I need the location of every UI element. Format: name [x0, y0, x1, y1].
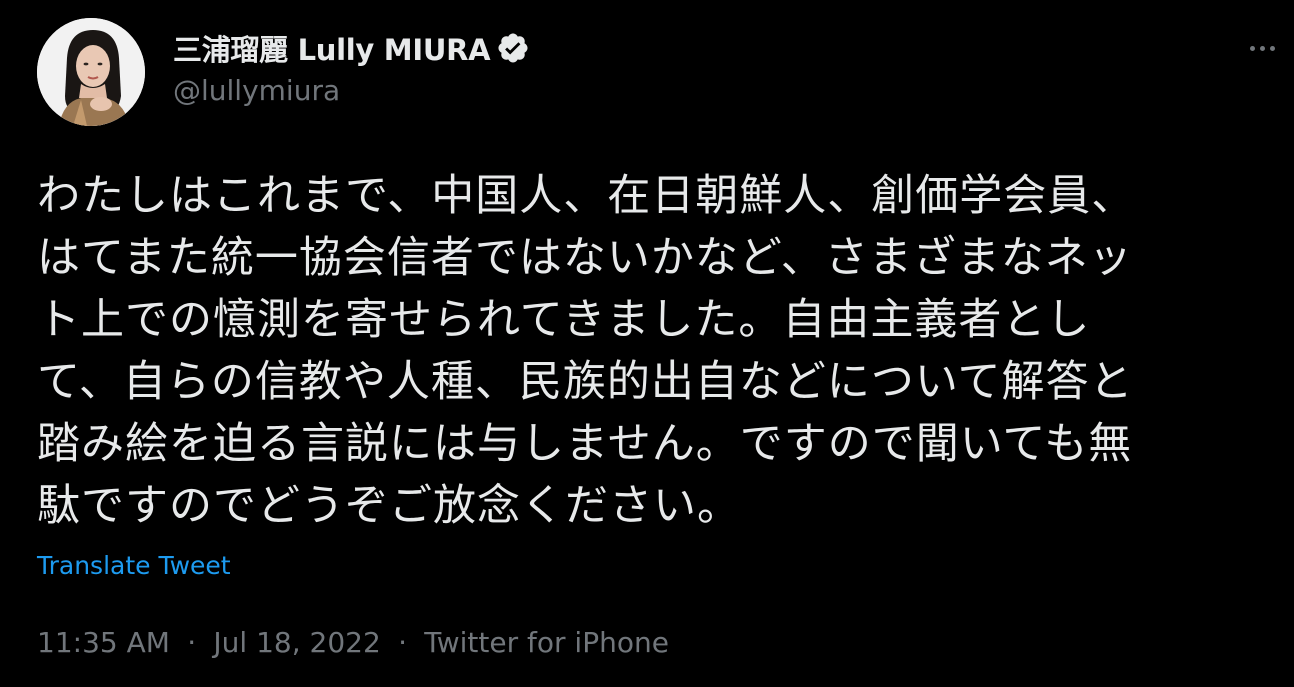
more-dot	[1269, 45, 1275, 51]
tweet-text-line: はてまた統一協会信者ではないかなど、さまざまなネッ	[37, 233, 1133, 283]
more-options-icon[interactable]	[1240, 30, 1284, 66]
tweet-card: 三浦瑠麗 Lully MIURA @lullymiura わたしはこれまで、中国…	[0, 0, 1294, 687]
meta-separator: ·	[398, 626, 407, 659]
author-handle[interactable]: @lullymiura	[173, 74, 340, 107]
avatar[interactable]	[37, 18, 145, 126]
tweet-metadata: 11:35 AM · Jul 18, 2022 · Twitter for iP…	[37, 626, 669, 659]
tweet-time[interactable]: 11:35 AM	[37, 626, 170, 659]
more-dot	[1259, 45, 1265, 51]
translate-tweet-link[interactable]: Translate Tweet	[37, 551, 231, 580]
verified-badge-icon	[496, 31, 530, 65]
tweet-text-line: ト上での憶測を寄せられてきました。自由主義者とし	[37, 295, 1091, 345]
more-dot	[1249, 45, 1255, 51]
author-display-name[interactable]: 三浦瑠麗 Lully MIURA	[173, 27, 491, 69]
author-name-row[interactable]: 三浦瑠麗 Lully MIURA	[173, 28, 530, 68]
tweet-text: わたしはこれまで、中国人、在日朝鮮人、創価学会員、 はてまた統一協会信者ではない…	[37, 165, 1277, 537]
meta-separator: ·	[187, 626, 197, 659]
tweet-date[interactable]: Jul 18, 2022	[213, 626, 380, 659]
tweet-text-line: 駄ですのでどうぞご放念ください。	[37, 481, 741, 531]
tweet-text-line: 踏み絵を迫る言説には与しません。ですので聞いても無	[37, 419, 1133, 469]
tweet-text-line: わたしはこれまで、中国人、在日朝鮮人、創価学会員、	[37, 171, 1136, 221]
tweet-text-line: て、自らの信教や人種、民族的出自などについて解答と	[37, 357, 1134, 407]
tweet-source[interactable]: Twitter for iPhone	[424, 626, 669, 659]
